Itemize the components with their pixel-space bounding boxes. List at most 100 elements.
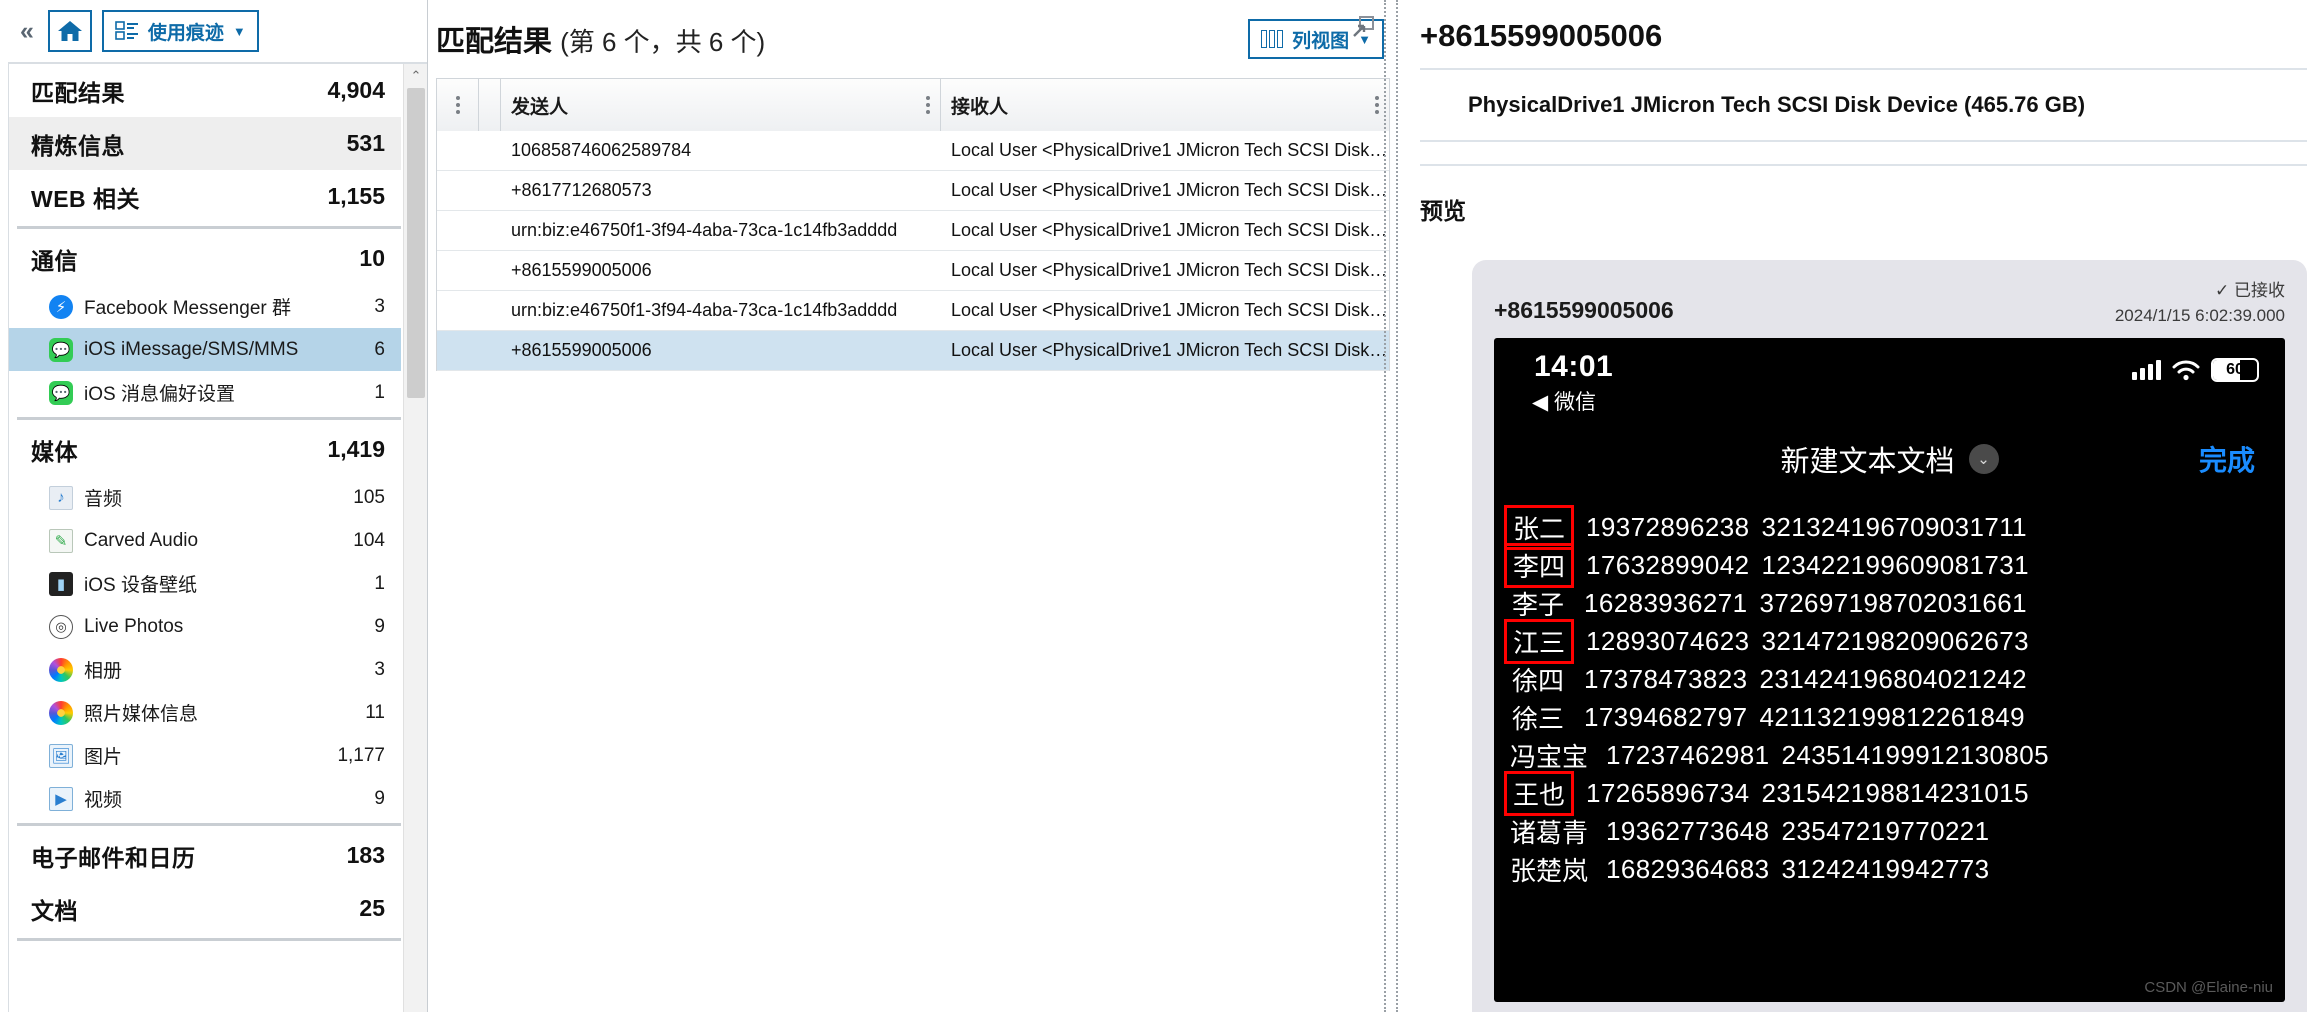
sidebar-item-album[interactable]: 相册 3 xyxy=(9,648,401,691)
kebab-menu-icon xyxy=(455,96,460,114)
sidebar-item-ios-wallpaper[interactable]: ▮ iOS 设备壁纸 1 xyxy=(9,562,401,605)
sidebar-item-count: 25 xyxy=(359,895,385,921)
contact-name: 张楚岚 xyxy=(1510,855,1589,886)
table-row-selected[interactable]: +8615599005006 Local User <PhysicalDrive… xyxy=(437,331,1389,371)
sidebar-item-videos[interactable]: ▶ 视频 9 xyxy=(9,777,401,820)
chevron-down-icon[interactable]: ⌄ xyxy=(1968,444,1999,474)
panel-divider-left[interactable] xyxy=(1384,0,1386,1012)
left-sidebar: « 使用痕迹 ▼ 匹配结果 4,904 精炼信息 531 WEB 相关 1,15… xyxy=(0,0,428,1012)
sidebar-item-documents[interactable]: 文档 25 xyxy=(9,882,401,935)
sidebar-item-count: 104 xyxy=(353,529,385,551)
contact-phone: 19372896238 xyxy=(1586,511,1750,542)
preview-section-label: 预览 xyxy=(1420,164,2307,248)
sidebar-item-live-photos[interactable]: ◎ Live Photos 9 xyxy=(9,605,401,648)
sidebar-item-label: iOS 设备壁纸 xyxy=(84,575,197,596)
sidebar-item-web-related[interactable]: WEB 相关 1,155 xyxy=(9,170,401,223)
sidebar-item-count: 6 xyxy=(374,338,385,360)
contact-list: 张二 19372896238 321324196709031711 李四 176… xyxy=(1494,504,2285,1002)
row-handle xyxy=(437,171,479,210)
scrollbar-thumb[interactable] xyxy=(407,88,425,398)
contact-phone: 17394682797 xyxy=(1584,701,1748,732)
usage-trace-button[interactable]: 使用痕迹 ▼ xyxy=(101,10,259,52)
row-handle xyxy=(437,251,479,290)
scroll-up-arrow-icon[interactable]: ⌃ xyxy=(404,64,427,88)
kebab-menu-icon[interactable] xyxy=(926,96,930,114)
column-header-label: 发送人 xyxy=(511,96,569,118)
sidebar-item-count: 183 xyxy=(346,842,385,868)
table-row[interactable]: 106858746062589784 Local User <PhysicalD… xyxy=(437,131,1389,171)
sidebar-item-audio[interactable]: ♪ 音频 105 xyxy=(9,476,401,519)
list-item: 诸葛青 19362773648 23547219770221 xyxy=(1504,812,2285,850)
phone-screenshot-image: 14:01 60 ◀ 微信 新建文本文档 ⌄ 完成 张二 19372896238… xyxy=(1494,338,2285,1002)
phone-status-bar: 14:01 60 xyxy=(1494,338,2285,384)
contact-phone: 17237462981 xyxy=(1606,739,1770,770)
list-item: 冯宝宝 17237462981 243514199912130805 xyxy=(1504,736,2285,774)
sidebar-item-ios-imessage[interactable]: 💬 iOS iMessage/SMS/MMS 6 xyxy=(9,328,401,371)
contact-name-highlighted: 江三 xyxy=(1504,618,1575,664)
sidebar-item-photo-media-info[interactable]: 照片媒体信息 11 xyxy=(9,691,401,734)
sidebar-item-pictures[interactable]: 🖼 图片 1,177 xyxy=(9,734,401,777)
column-header-receiver[interactable]: 接收人 xyxy=(941,79,1389,131)
column-header-sender[interactable]: 发送人 xyxy=(501,79,941,131)
sidebar-item-label: 匹配结果 xyxy=(31,79,125,106)
cell-sender: +8615599005006 xyxy=(511,260,652,280)
page-title-count: (第 6 个，共 6 个) xyxy=(560,27,766,57)
message-card: +8615599005006 ✓ 已接收 2024/1/15 6:02:39.0… xyxy=(1472,260,2307,1012)
columns-icon xyxy=(1261,30,1284,48)
row-handle xyxy=(437,291,479,330)
ios-messages-icon: 💬 xyxy=(49,380,73,405)
live-photos-icon: ◎ xyxy=(49,614,73,639)
sidebar-item-matched-results[interactable]: 匹配结果 4,904 xyxy=(9,64,401,117)
cell-sender: 106858746062589784 xyxy=(511,140,692,160)
done-button[interactable]: 完成 xyxy=(2199,439,2255,479)
collapse-sidebar-icon[interactable]: « xyxy=(14,18,38,44)
list-item: 李四 17632899042 123422199609081731 xyxy=(1504,542,2285,588)
sidebar-item-facebook-messenger[interactable]: ⚡ Facebook Messenger 群 3 xyxy=(9,285,401,328)
photos-app-icon xyxy=(49,700,73,725)
sidebar-item-carved-audio[interactable]: ✎ Carved Audio 104 xyxy=(9,519,401,562)
sidebar-item-media[interactable]: 媒体 1,419 xyxy=(9,423,401,476)
sidebar-scroll-area: 匹配结果 4,904 精炼信息 531 WEB 相关 1,155 通信 10 ⚡… xyxy=(9,64,427,1012)
sidebar-item-communication[interactable]: 通信 10 xyxy=(9,232,401,285)
kebab-menu-icon[interactable] xyxy=(1375,96,1379,114)
wallpaper-icon: ▮ xyxy=(49,571,73,596)
contact-name: 冯宝宝 xyxy=(1510,741,1589,772)
row-handle xyxy=(437,131,479,170)
battery-icon: 60 xyxy=(2211,358,2259,382)
sidebar-item-count: 9 xyxy=(374,787,385,809)
sidebar-item-label: Facebook Messenger 群 xyxy=(84,298,291,319)
cellular-signal-icon xyxy=(2132,360,2161,380)
contact-id: 321324196709031711 xyxy=(1761,511,2028,542)
table-row[interactable]: urn:biz:e46750f1-3f94-4aba-73ca-1c14fb3a… xyxy=(437,211,1389,251)
contact-id: 231424196804021242 xyxy=(1759,663,2027,694)
sidebar-item-count: 4,904 xyxy=(327,77,385,103)
row-grip xyxy=(479,171,501,210)
message-meta-right: ✓ 已接收 2024/1/15 6:02:39.000 xyxy=(2115,276,2285,326)
contact-name: 诸葛青 xyxy=(1510,817,1589,848)
column-header-label: 接收人 xyxy=(951,96,1009,118)
sidebar-item-count: 9 xyxy=(374,615,385,637)
table-row[interactable]: +8615599005006 Local User <PhysicalDrive… xyxy=(437,251,1389,291)
list-icon xyxy=(115,21,138,40)
home-button[interactable] xyxy=(47,10,92,52)
sidebar-item-ios-message-prefs[interactable]: 💬 iOS 消息偏好设置 1 xyxy=(9,371,401,414)
results-table: 发送人 接收人 106858746062589784 Local User <P… xyxy=(436,78,1390,371)
pin-expand-icon[interactable] xyxy=(1350,14,1376,40)
sidebar-category-list: 匹配结果 4,904 精炼信息 531 WEB 相关 1,155 通信 10 ⚡… xyxy=(8,62,427,1012)
sidebar-item-label: 图片 xyxy=(84,747,123,768)
table-row[interactable]: urn:biz:e46750f1-3f94-4aba-73ca-1c14fb3a… xyxy=(437,291,1389,331)
contact-id: 231542198814231015 xyxy=(1761,777,2029,808)
sidebar-item-email-calendar[interactable]: 电子邮件和日历 183 xyxy=(9,829,401,882)
message-phone-number: +8615599005006 xyxy=(1494,297,1674,323)
sidebar-item-refined-info[interactable]: 精炼信息 531 xyxy=(9,117,401,170)
table-row[interactable]: +8617712680573 Local User <PhysicalDrive… xyxy=(437,171,1389,211)
detail-panel: +8615599005006 PhysicalDrive1 JMicron Te… xyxy=(1384,0,2307,1012)
grip-column-header xyxy=(479,79,501,131)
sidebar-scrollbar[interactable]: ⌃ xyxy=(403,64,427,1012)
sidebar-divider xyxy=(17,417,401,420)
cell-receiver: Local User <PhysicalDrive1 JMicron Tech … xyxy=(951,140,1388,160)
row-options-header[interactable] xyxy=(437,79,479,131)
sidebar-divider xyxy=(17,226,401,229)
contact-name: 李子 xyxy=(1511,589,1564,620)
phone-back-button[interactable]: ◀ 微信 xyxy=(1494,384,2285,416)
